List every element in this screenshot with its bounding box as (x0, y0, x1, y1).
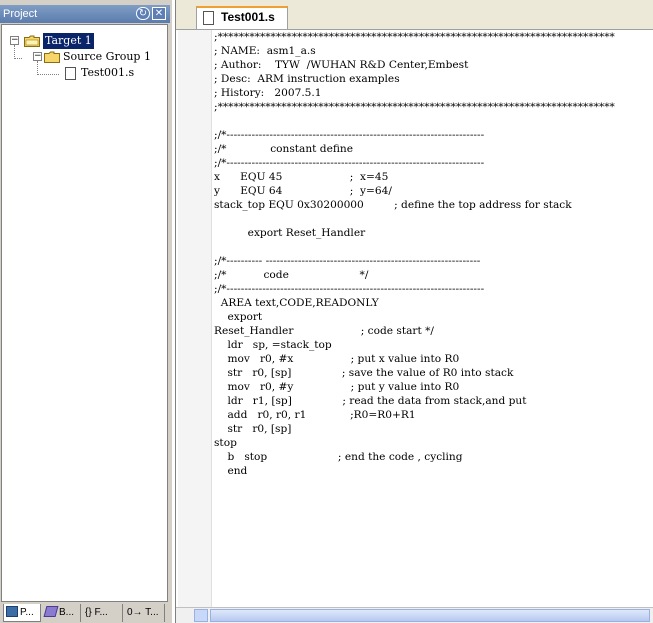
tab-templates[interactable]: 0→ T... (125, 604, 165, 622)
code-line: ;/* constant define (214, 143, 354, 155)
code-line: str r0, [sp] (214, 423, 292, 435)
tab-project[interactable]: P... (3, 604, 41, 622)
books-tab-icon (43, 606, 59, 617)
tab-label: 0→ T... (127, 607, 159, 618)
tab-test001-s[interactable]: Test001.s (196, 6, 288, 29)
tree-label-target: Target 1 (43, 33, 94, 49)
code-line: stack_top EQU 0x30200000 ; define the to… (214, 199, 572, 211)
code-line: AREA text,CODE,READONLY (214, 297, 379, 309)
editor-window: Test001.s ;*****************************… (176, 0, 653, 623)
scrollbar-thumb[interactable] (210, 609, 650, 622)
tree-label-source-group: Source Group 1 (63, 50, 151, 63)
project-panel: Project ↻ ✕ − Target 1 − Source Group 1 (0, 0, 172, 623)
pin-icon[interactable]: ↻ (136, 7, 150, 20)
code-line: ;***************************************… (214, 31, 615, 43)
project-panel-tabs: P... B... {} F... 0→ T... (0, 603, 172, 623)
code-line: ; History: 2007.5.1 (214, 87, 322, 99)
project-panel-title-bar: Project ↻ ✕ (0, 5, 170, 23)
code-line: ;***************************************… (214, 101, 615, 113)
code-line: y EQU 64 ; y=64/ (214, 185, 392, 197)
code-line: Reset_Handler ; code start */ (214, 325, 434, 337)
tree-item-file[interactable]: Test001.s (2, 65, 162, 81)
target-folder-icon (24, 35, 40, 47)
tab-label: {} F... (85, 607, 108, 618)
code-editor[interactable]: ;***************************************… (212, 30, 653, 607)
tab-functions[interactable]: {} F... (83, 604, 123, 622)
code-line: b stop ; end the code , cycling (214, 451, 463, 463)
code-line: ; Desc: ARM instruction examples (214, 73, 400, 85)
code-line: mov r0, #y ; put y value into R0 (214, 381, 460, 393)
tab-label: P... (20, 607, 34, 618)
scroll-left-button[interactable] (194, 609, 208, 622)
code-line: ;/*-------------------------------------… (214, 283, 485, 295)
code-line: add r0, r0, r1 ;R0=R0+R1 (214, 409, 416, 421)
source-file-icon (65, 67, 76, 80)
code-text[interactable]: ;***************************************… (214, 30, 615, 478)
code-line: ;/*-------------------------------------… (214, 157, 485, 169)
code-line: mov r0, #x ; put x value into R0 (214, 353, 460, 365)
code-line: str r0, [sp] ; save the value of R0 into… (214, 367, 514, 379)
code-line: ldr sp, =stack_top (214, 339, 332, 351)
tab-books[interactable]: B... (43, 604, 81, 622)
tree-item-target[interactable]: − Target 1 (2, 33, 162, 49)
code-line: ;/* code */ (214, 269, 369, 281)
tab-label: B... (59, 607, 75, 618)
horizontal-scrollbar[interactable] (176, 607, 653, 623)
editor-margin (178, 30, 212, 607)
folder-icon (44, 51, 60, 63)
close-icon[interactable]: ✕ (152, 7, 166, 20)
code-line: x EQU 45 ; x=45 (214, 171, 389, 183)
editor-tab-strip: Test001.s (176, 5, 653, 30)
code-line: stop (214, 437, 237, 449)
code-line: export (214, 311, 263, 323)
project-tree: − Target 1 − Source Group 1 Test001.s (1, 24, 168, 602)
code-line: ; NAME: asm1_a.s (214, 45, 316, 57)
editor-tab-label: Test001.s (221, 10, 275, 24)
code-line: export Reset_Handler (214, 227, 366, 239)
project-tab-icon (6, 606, 18, 617)
tree-label-file: Test001.s (81, 66, 135, 79)
code-line: ;/*-------------------------------------… (214, 129, 485, 141)
project-panel-title: Project (3, 8, 38, 20)
code-line: end (214, 465, 248, 477)
collapse-icon[interactable]: − (10, 36, 19, 45)
document-icon (203, 11, 214, 25)
tree-item-source-group[interactable]: − Source Group 1 (2, 49, 162, 65)
code-line: ;/*---------- --------------------------… (214, 255, 481, 267)
collapse-icon[interactable]: − (33, 52, 42, 61)
code-line: ldr r1, [sp] ; read the data from stack,… (214, 395, 527, 407)
code-line: ; Author: TYW /WUHAN R&D Center,Embest (214, 59, 469, 71)
